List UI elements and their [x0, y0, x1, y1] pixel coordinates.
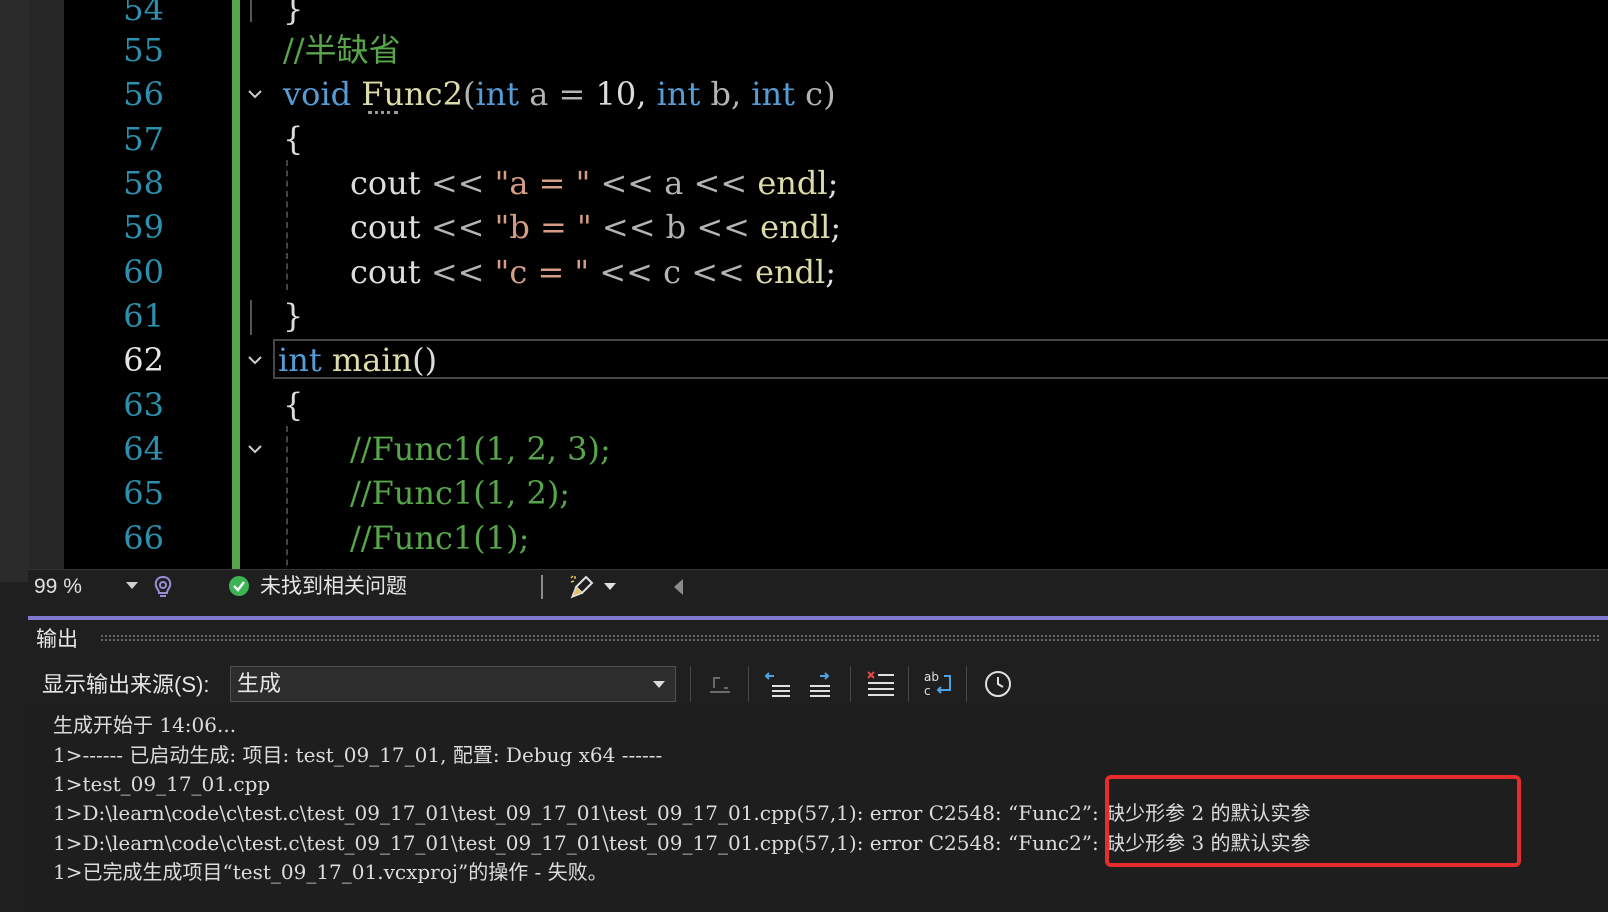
chevron-down-icon[interactable] — [604, 583, 616, 590]
chevron-down-icon[interactable] — [653, 681, 665, 688]
line-number: 57 — [123, 120, 164, 158]
code-comment: //半缺省 — [283, 31, 401, 69]
status-divider — [541, 575, 543, 599]
code-line-current: 62 int main() — [0, 337, 1608, 383]
suggestion-squiggle — [368, 107, 398, 114]
code-editor[interactable]: 54 } 55 //半缺省 56 void Func2(int a = 10, … — [0, 0, 1608, 582]
line-number: 55 — [123, 31, 164, 69]
toolbar-divider — [748, 666, 749, 702]
code-line: 57 { — [0, 116, 1608, 162]
code-text: void Func2(int a = 10, int b, int c) — [283, 75, 836, 113]
chevron-down-icon[interactable] — [126, 582, 138, 589]
clear-all-icon[interactable] — [864, 668, 896, 700]
line-number: 60 — [123, 253, 164, 291]
line-number: 66 — [123, 519, 164, 557]
toolbar-divider — [690, 666, 691, 702]
output-source-value: 生成 — [237, 671, 282, 696]
code-text: int main() — [278, 341, 438, 379]
code-text: } — [283, 297, 304, 335]
collapse-icon[interactable] — [244, 83, 266, 105]
line-number: 65 — [123, 474, 164, 512]
output-line: 生成开始于 14:06... — [53, 713, 237, 737]
code-line: 63 { — [0, 382, 1608, 428]
output-source-select[interactable]: 生成 — [230, 666, 676, 702]
scroll-left-arrow[interactable] — [674, 579, 683, 595]
code-text: { — [283, 386, 304, 424]
editor-status-bar: 99 % 未找到相关问题 — [28, 569, 1608, 604]
line-number: 61 — [123, 297, 164, 335]
line-number: 63 — [123, 386, 164, 424]
svg-text:ab: ab — [924, 670, 939, 684]
go-to-next-message-icon[interactable] — [804, 668, 836, 700]
code-line: 64 //Func1(1, 2, 3); — [0, 426, 1608, 472]
find-message-in-code-icon[interactable] — [704, 668, 736, 700]
code-line: 56 void Func2(int a = 10, int b, int c) — [0, 71, 1608, 117]
check-circle-icon — [228, 575, 250, 597]
toolbar-divider — [908, 666, 909, 702]
code-line: 65 //Func1(1, 2); — [0, 470, 1608, 516]
code-text: cout << "c = " << c << endl; — [350, 253, 837, 291]
output-line: 1>------ 已启动生成: 项目: test_09_17_01, 配置: D… — [53, 743, 663, 767]
code-comment: //Func1(1, 2); — [350, 474, 571, 512]
code-comment: //Func1(1); — [350, 519, 530, 557]
code-text: cout << "a = " << a << endl; — [350, 164, 839, 202]
line-number: 62 — [123, 341, 164, 379]
collapse-icon[interactable] — [244, 349, 266, 371]
code-text: cout << "b = " << b << endl; — [350, 208, 842, 246]
code-line: 60 cout << "c = " << c << endl; — [0, 249, 1608, 295]
code-line: 55 //半缺省 — [0, 27, 1608, 73]
line-number: 56 — [123, 75, 164, 113]
output-panel: 输出 显示输出来源(S): 生成 ab c 生成开始于 14:06... 1>--… — [28, 604, 1608, 912]
panel-title[interactable]: 输出 — [36, 624, 78, 656]
svg-text:c: c — [924, 684, 931, 698]
clock-icon[interactable] — [982, 668, 1014, 700]
code-text: { — [283, 120, 304, 158]
collapse-icon[interactable] — [244, 438, 266, 460]
panel-drag-handle[interactable] — [100, 634, 1600, 642]
zoom-value: 99 % — [34, 575, 82, 598]
line-number: 59 — [123, 208, 164, 246]
line-number: 58 — [123, 164, 164, 202]
intellicode-icon[interactable] — [150, 574, 176, 600]
toolbar-divider — [850, 666, 851, 702]
error-highlight-annotation — [1105, 775, 1521, 867]
output-source-label: 显示输出来源(S): — [42, 672, 210, 697]
output-line: 1>已完成生成项目“test_09_17_01.vcxproj”的操作 - 失败… — [53, 860, 608, 884]
issues-status-text[interactable]: 未找到相关问题 — [260, 572, 407, 602]
code-comment: //Func1(1, 2, 3); — [350, 430, 611, 468]
code-cleanup-icon[interactable] — [568, 573, 596, 601]
code-line: 59 cout << "b = " << b << endl; — [0, 204, 1608, 250]
code-line: 58 cout << "a = " << a << endl; — [0, 160, 1608, 206]
line-number: 64 — [123, 430, 164, 468]
code-line: 66 //Func1(1); — [0, 515, 1608, 561]
word-wrap-icon[interactable]: ab c — [922, 668, 954, 700]
go-to-previous-message-icon[interactable] — [762, 668, 794, 700]
toolbar-divider — [966, 666, 967, 702]
code-line: 61 } — [0, 293, 1608, 339]
panel-accent-bar — [28, 616, 1608, 620]
output-line: 1>test_09_17_01.cpp — [53, 772, 271, 796]
